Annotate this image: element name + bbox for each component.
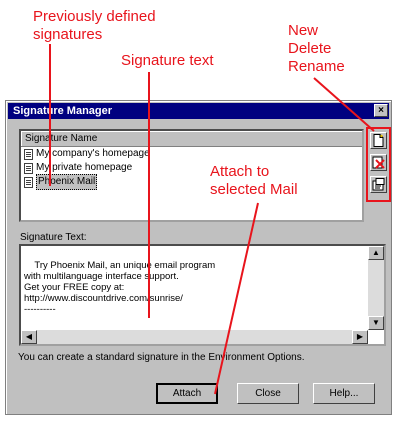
attach-button-label: Attach bbox=[172, 388, 202, 399]
scroll-down-icon[interactable]: ▼ bbox=[368, 316, 384, 330]
callout-attach: Attach to selected Mail bbox=[210, 163, 298, 199]
list-item[interactable]: My private homepage bbox=[21, 161, 362, 175]
scroll-right-icon[interactable]: ▶ bbox=[352, 330, 368, 344]
delete-icon bbox=[372, 156, 385, 169]
help-button-label: Help... bbox=[329, 388, 359, 399]
callout-line-1: Previously defined bbox=[33, 8, 156, 25]
callout-delete: Delete bbox=[288, 40, 332, 57]
list-item-label: My private homepage bbox=[36, 162, 133, 173]
callout-signature-text: Signature text bbox=[121, 52, 214, 69]
document-icon bbox=[24, 148, 33, 160]
signature-manager-dialog: Signature Manager × Signature Name My co… bbox=[5, 100, 392, 415]
list-item[interactable]: My company's homepage bbox=[21, 147, 362, 161]
callout-new: New bbox=[288, 22, 319, 39]
callout-previously-defined: Previously defined signatures bbox=[33, 8, 156, 44]
new-document-icon bbox=[373, 134, 384, 147]
document-icon bbox=[24, 162, 33, 174]
rename-button[interactable] bbox=[370, 176, 387, 193]
attach-button[interactable]: Attach bbox=[156, 383, 218, 404]
info-text: You can create a standard signature in t… bbox=[18, 352, 305, 363]
dialog-title: Signature Manager bbox=[13, 105, 113, 117]
list-item-label: My company's homepage bbox=[36, 148, 150, 159]
close-button-label: Close bbox=[255, 388, 281, 399]
callout-line-2: signatures bbox=[33, 26, 103, 43]
scroll-left-icon[interactable]: ◀ bbox=[21, 330, 37, 344]
signature-text-label: Signature Text: bbox=[20, 232, 87, 243]
scroll-up-icon[interactable]: ▲ bbox=[368, 246, 384, 260]
callout-new-delete-rename: New Delete Rename bbox=[288, 22, 345, 76]
signature-name-header[interactable]: Signature Name bbox=[21, 131, 362, 147]
close-icon[interactable]: × bbox=[374, 104, 388, 117]
horizontal-scrollbar[interactable]: ◀ ▶ bbox=[21, 330, 368, 344]
list-item-selected[interactable]: Phoenix Mail bbox=[21, 174, 362, 190]
document-icon bbox=[24, 176, 33, 188]
delete-button[interactable] bbox=[370, 154, 387, 171]
title-bar: Signature Manager × bbox=[8, 103, 389, 119]
vertical-scrollbar[interactable]: ▲ ▼ bbox=[368, 246, 384, 330]
rename-icon bbox=[372, 178, 385, 191]
signature-list[interactable]: Signature Name My company's homepage My … bbox=[19, 129, 364, 222]
callout-attach-line-1: Attach to bbox=[210, 163, 270, 180]
new-button[interactable] bbox=[370, 132, 387, 149]
help-button[interactable]: Help... bbox=[313, 383, 375, 404]
signature-text-content: Try Phoenix Mail, an unique email progra… bbox=[24, 260, 216, 315]
signature-text-area[interactable]: Try Phoenix Mail, an unique email progra… bbox=[19, 244, 386, 346]
list-item-label: Phoenix Mail bbox=[36, 174, 98, 190]
callout-attach-line-2: selected Mail bbox=[210, 181, 298, 198]
callout-rename: Rename bbox=[288, 58, 345, 75]
close-button[interactable]: Close bbox=[237, 383, 299, 404]
